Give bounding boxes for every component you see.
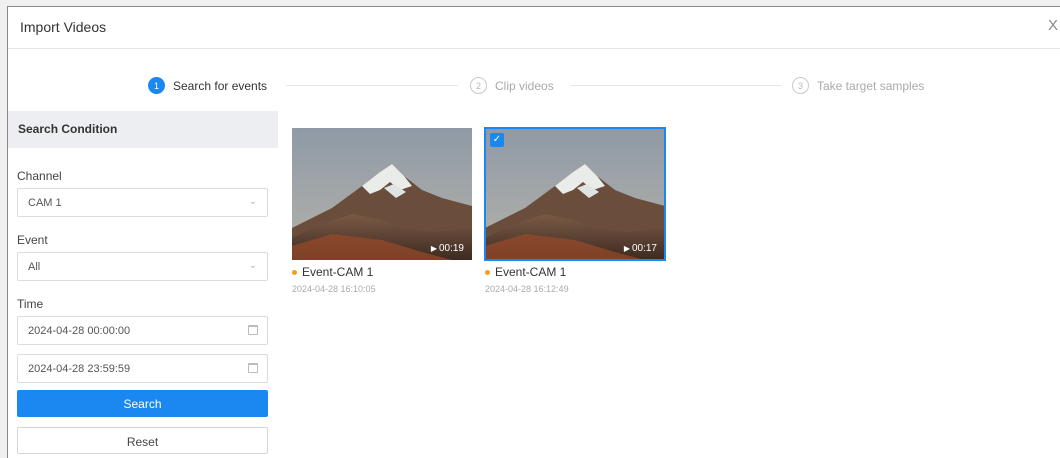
dialog-title: Import Videos bbox=[20, 19, 107, 35]
clip-duration: ▶ 00:17 bbox=[624, 243, 657, 254]
start-time-field[interactable]: 2024-04-28 00:00:00 bbox=[17, 316, 268, 345]
clip-title: Event-CAM 1 bbox=[292, 265, 472, 279]
step-connector-2 bbox=[571, 85, 781, 86]
clip-duration-value: 00:19 bbox=[438, 243, 464, 254]
time-label: Time bbox=[17, 297, 44, 311]
reset-button[interactable]: Reset bbox=[17, 427, 268, 454]
step-connector-1 bbox=[286, 85, 458, 86]
clip-duration: ▶ 00:19 bbox=[431, 243, 464, 254]
event-value: All bbox=[28, 261, 41, 273]
search-button[interactable]: Search bbox=[17, 390, 268, 417]
event-dot-icon bbox=[292, 269, 297, 275]
step-search-for-events: 1 Search for events bbox=[148, 77, 267, 94]
video-clip-card[interactable]: ▶ 00:19 Event-CAM 1 2024-04-28 16:10:05 bbox=[292, 128, 472, 294]
clip-timestamp: 2024-04-28 16:12:49 bbox=[485, 284, 569, 294]
video-clip-card[interactable]: ✓ ▶ 00:17 Event-CAM 1 2024-04-28 16:12:4… bbox=[484, 127, 666, 294]
clip-timestamp: 2024-04-28 16:10:05 bbox=[292, 284, 376, 294]
import-videos-dialog: Import Videos X 1 Search for events 2 Cl… bbox=[7, 6, 1060, 458]
video-thumbnail[interactable]: ✓ ▶ 00:17 bbox=[484, 127, 666, 261]
event-select[interactable]: All ⌄ bbox=[17, 252, 268, 281]
step-indicator: 1 Search for events 2 Clip videos 3 Take… bbox=[8, 49, 1060, 111]
step-take-target-samples: 3 Take target samples bbox=[792, 77, 924, 94]
channel-select[interactable]: CAM 1 ⌄ bbox=[17, 188, 268, 217]
play-icon: ▶ bbox=[430, 244, 437, 253]
mountain-image bbox=[292, 128, 472, 260]
close-icon[interactable]: X bbox=[1048, 17, 1058, 34]
step-clip-videos: 2 Clip videos bbox=[470, 77, 554, 94]
clip-name-text: Event-CAM 1 bbox=[495, 265, 567, 279]
checkmark-icon[interactable]: ✓ bbox=[490, 133, 504, 147]
chevron-down-icon: ⌄ bbox=[248, 260, 257, 271]
step-number-3: 3 bbox=[792, 77, 809, 94]
clip-name-text: Event-CAM 1 bbox=[302, 265, 374, 279]
clip-title: Event-CAM 1 bbox=[485, 265, 665, 279]
channel-label: Channel bbox=[17, 169, 62, 183]
play-icon: ▶ bbox=[623, 244, 630, 253]
chevron-down-icon: ⌄ bbox=[248, 196, 257, 207]
step-number-2: 2 bbox=[470, 77, 487, 94]
end-time-value: 2024-04-28 23:59:59 bbox=[28, 363, 131, 375]
event-dot-icon bbox=[485, 269, 490, 275]
end-time-field[interactable]: 2024-04-28 23:59:59 bbox=[17, 354, 268, 383]
calendar-icon[interactable] bbox=[248, 325, 258, 335]
event-label: Event bbox=[17, 233, 48, 247]
step-number-1: 1 bbox=[148, 77, 165, 94]
dialog-titlebar: Import Videos X bbox=[8, 7, 1060, 49]
step-label-2: Clip videos bbox=[495, 78, 554, 93]
step-label-3: Take target samples bbox=[817, 78, 925, 93]
search-condition-heading: Search Condition bbox=[8, 111, 278, 148]
clip-duration-value: 00:17 bbox=[631, 243, 657, 254]
video-thumbnail[interactable]: ▶ 00:19 bbox=[292, 128, 472, 260]
calendar-icon[interactable] bbox=[248, 363, 258, 373]
search-condition-panel: Search Condition Channel CAM 1 ⌄ Event A… bbox=[8, 111, 278, 458]
channel-value: CAM 1 bbox=[28, 197, 62, 209]
step-label-1: Search for events bbox=[173, 78, 268, 93]
start-time-value: 2024-04-28 00:00:00 bbox=[28, 325, 131, 337]
mountain-image bbox=[485, 128, 665, 260]
